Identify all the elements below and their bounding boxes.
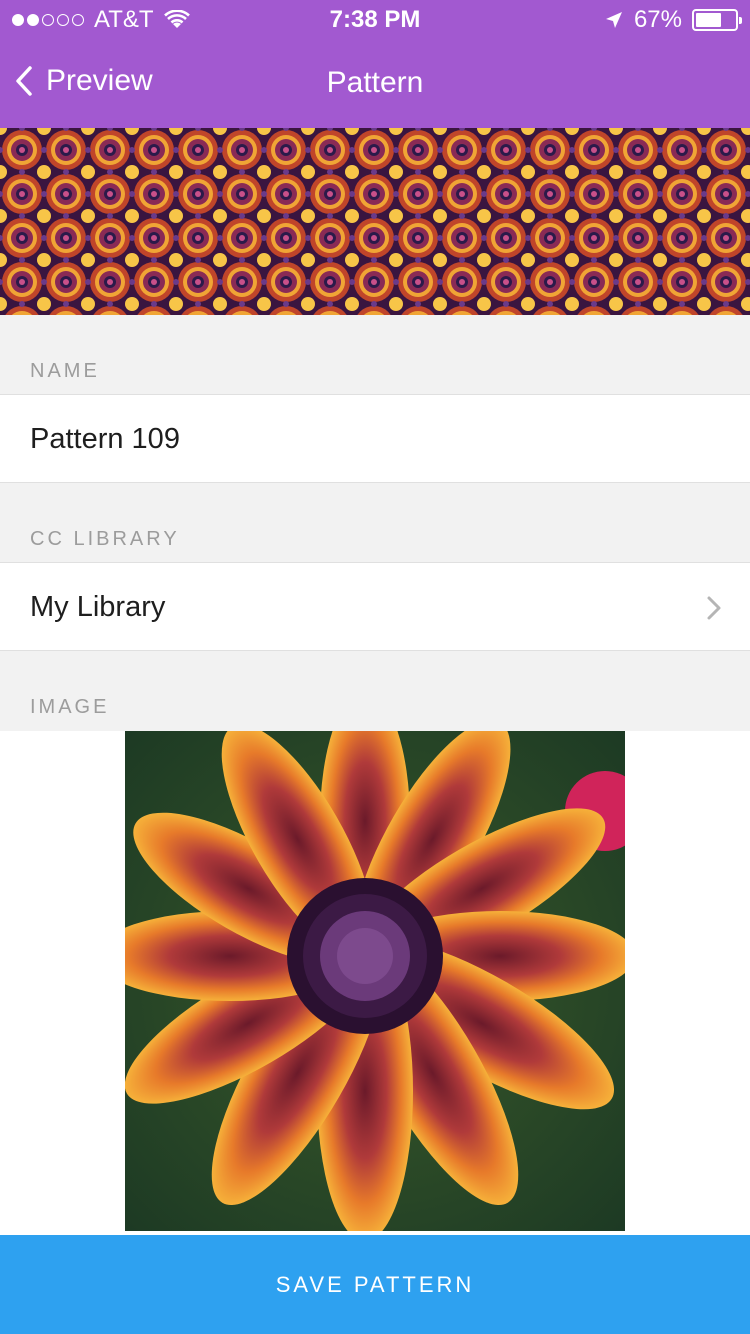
chevron-right-icon <box>707 596 721 620</box>
image-section-label: IMAGE <box>30 696 110 718</box>
name-field-value: Pattern 109 <box>30 423 180 455</box>
status-bar: AT&T 7:38 PM 67% <box>0 0 750 40</box>
pattern-preview <box>0 128 750 315</box>
name-field[interactable]: Pattern 109 <box>0 394 750 483</box>
name-section-label: NAME <box>30 360 100 382</box>
navigation-bar: Preview Pattern <box>0 54 750 118</box>
header: AT&T 7:38 PM 67% Preview Pattern <box>0 0 750 128</box>
page-title: Pattern <box>326 66 424 99</box>
library-value: My Library <box>30 591 166 623</box>
battery-percentage: 67% <box>633 6 682 33</box>
location-arrow-icon <box>605 12 622 28</box>
battery-icon <box>692 9 742 31</box>
library-section-label: CC LIBRARY <box>30 528 180 550</box>
source-image[interactable] <box>125 731 625 1231</box>
save-pattern-button[interactable]: SAVE PATTERN <box>0 1235 750 1334</box>
library-selector[interactable]: My Library <box>0 562 750 651</box>
image-container <box>0 731 750 1235</box>
